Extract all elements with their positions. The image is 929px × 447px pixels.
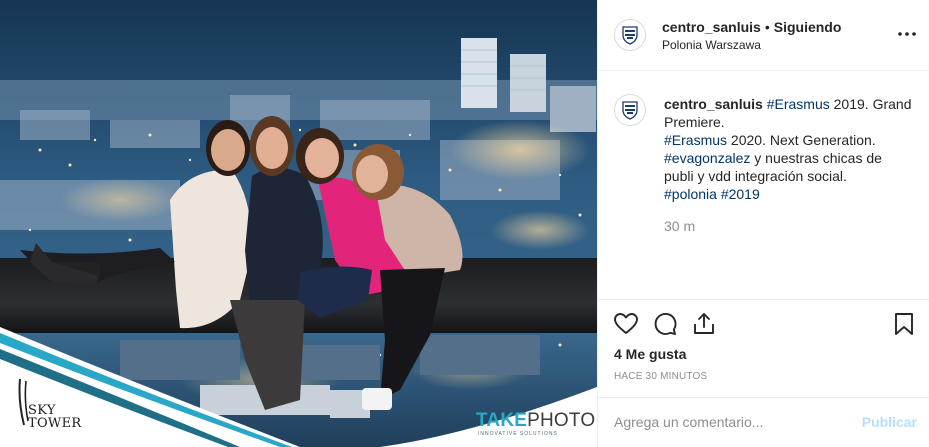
takephoto-tagline: INNOVATIVE SOLUTIONS: [478, 431, 558, 437]
bookmark-icon[interactable]: [891, 311, 917, 337]
publish-button[interactable]: Publicar: [862, 414, 917, 430]
post-side-panel: centro_sanluis • Siguiendo Polonia Warszaw…: [597, 0, 929, 447]
post-photo[interactable]: SKY TOWER TAKEPHOTO INNOVATIVE SOLUTIONS: [0, 0, 597, 447]
takephoto-logo: TAKEPHOTO: [476, 410, 595, 432]
more-options-button[interactable]: [896, 24, 918, 44]
sky-tower-wordmark: SKY TOWER: [28, 404, 81, 430]
school-crest-icon: [622, 26, 638, 45]
caption-username[interactable]: centro_sanluis: [664, 96, 763, 112]
school-crest-icon: [622, 101, 638, 120]
more-horizontal-icon: [898, 32, 916, 36]
hashtag-link[interactable]: #Erasmus: [664, 132, 727, 148]
takephoto-logo-main: TAKE: [476, 410, 528, 431]
follow-button[interactable]: Siguiendo: [774, 19, 842, 35]
comment-input[interactable]: [614, 410, 854, 434]
header-user-line: centro_sanluis • Siguiendo: [662, 19, 841, 35]
post-header: centro_sanluis • Siguiendo Polonia Warszaw…: [598, 0, 929, 71]
hashtag-link[interactable]: #polonia: [664, 186, 717, 202]
takephoto-logo-accent: PHOTO: [527, 410, 596, 431]
hashtag-link[interactable]: #Erasmus: [767, 96, 830, 112]
header-separator: •: [764, 19, 770, 35]
comment-icon[interactable]: [652, 311, 678, 337]
post-caption: centro_sanluis #Erasmus 2019. Grand Prem…: [664, 95, 914, 203]
hashtag-link[interactable]: #evagonzalez: [664, 150, 750, 166]
location-link[interactable]: Polonia Warszawa: [662, 38, 761, 52]
caption-text-segment: 2020. Next Generation.: [727, 132, 876, 148]
instagram-post: SKY TOWER TAKEPHOTO INNOVATIVE SOLUTIONS…: [0, 0, 929, 447]
post-timestamp[interactable]: HACE 30 MINUTOS: [614, 371, 707, 382]
comment-form: Publicar: [598, 397, 929, 447]
hashtag-link[interactable]: #2019: [721, 186, 760, 202]
header-username[interactable]: centro_sanluis: [662, 19, 761, 35]
likes-count[interactable]: 4 Me gusta: [614, 346, 686, 362]
avatar[interactable]: [614, 19, 646, 51]
action-bar: [598, 299, 929, 349]
sky-tower-word-2: TOWER: [28, 416, 82, 431]
caption-age: 30 m: [664, 218, 696, 234]
heart-icon[interactable]: [613, 311, 639, 337]
share-icon[interactable]: [691, 311, 717, 337]
caption-avatar[interactable]: [614, 94, 646, 126]
